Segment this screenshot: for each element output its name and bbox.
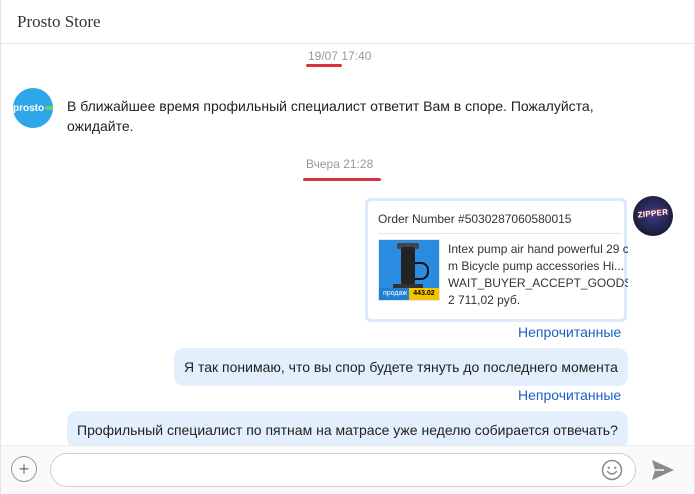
order-info: Intex pump air hand powerful 29 c m Bicy…	[448, 241, 628, 309]
product-thumbnail[interactable]: продаж 24% 443.02	[378, 239, 440, 301]
product-title-line2: m Bicycle pump accessories Hi...	[448, 259, 625, 273]
highlight-underline	[303, 178, 381, 181]
message-list[interactable]: 19/07 17:40 prosto В ближайшее время про…	[1, 45, 694, 445]
message-bubble: Я так понимаю, что вы спор будете тянуть…	[174, 348, 628, 386]
date-separator-yesterday: Вчера 21:28	[306, 157, 373, 171]
chat-header: Prosto Store	[1, 0, 694, 44]
user-avatar: ZIPPER	[633, 196, 673, 236]
date-label: Вчера 21:28	[306, 157, 374, 171]
message-bubble: Профильный специалист по пятнам на матра…	[67, 411, 628, 445]
pump-hose-shape	[415, 262, 429, 280]
message-input[interactable]	[50, 453, 636, 487]
order-price: 2 711,02 руб.	[448, 293, 521, 307]
emoji-icon[interactable]	[601, 459, 623, 481]
read-status: Непрочитанные	[518, 387, 622, 403]
store-avatar-text: prosto	[13, 102, 45, 114]
order-number: Order Number #5030287060580015	[378, 212, 572, 226]
thumb-badge-left: продаж 24%	[379, 288, 411, 300]
date-time: 17:40	[341, 49, 372, 63]
order-status: WAIT_BUYER_ACCEPT_GOODS	[448, 276, 628, 290]
store-avatar: prosto	[13, 88, 53, 128]
order-card[interactable]: Order Number #5030287060580015 продаж 24…	[365, 198, 628, 322]
attach-plus-icon[interactable]: +	[11, 456, 37, 482]
thumb-badge-price: 443.02	[409, 288, 439, 300]
composer-bar: +	[1, 445, 694, 494]
chat-window: Prosto Store 19/07 17:40 prosto В ближай…	[0, 0, 695, 494]
product-title-line1: Intex pump air hand powerful 29 c	[448, 242, 628, 256]
system-message: В ближайшее время профильный специалист …	[67, 98, 594, 134]
logo-mark-icon	[45, 106, 53, 110]
divider	[378, 233, 622, 234]
highlight-underline	[306, 64, 342, 67]
date-separator: 19/07 17:40	[308, 49, 371, 63]
chat-title: Prosto Store	[17, 12, 101, 31]
user-avatar-logo: ZIPPER	[637, 207, 669, 220]
read-status: Непрочитанные	[518, 324, 622, 340]
pump-body-shape	[401, 247, 415, 285]
date-day: 19/07	[308, 49, 339, 63]
send-icon[interactable]	[651, 459, 675, 481]
